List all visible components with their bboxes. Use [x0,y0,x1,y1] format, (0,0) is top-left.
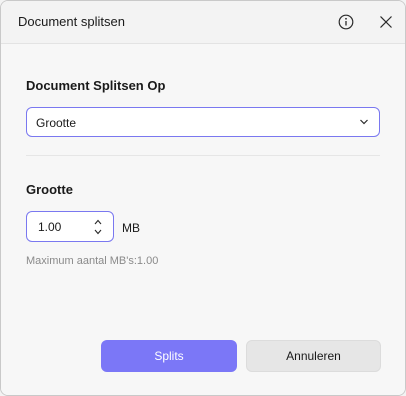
split-by-select[interactable]: Grootte [26,107,380,137]
info-button[interactable] [334,10,358,34]
chevron-down-icon [360,119,368,125]
info-circle-icon [338,14,354,30]
dialog-body: Document Splitsen Op Grootte Grootte 1.0… [1,44,405,395]
size-label: Grootte [26,182,73,197]
split-document-dialog: Document splitsen Document Splitsen Op G… [0,0,406,396]
stepper-arrows [93,217,103,237]
split-button[interactable]: Splits [101,340,237,372]
split-by-label: Document Splitsen Op [26,78,166,93]
chevron-up-icon[interactable] [93,218,103,226]
size-hint: Maximum aantal MB's:1.00 [26,255,159,267]
close-button[interactable] [374,10,398,34]
size-stepper[interactable]: 1.00 [26,211,114,242]
title-bar: Document splitsen [1,1,405,44]
size-unit: MB [122,221,140,235]
chevron-down-icon[interactable] [93,228,103,236]
size-value[interactable]: 1.00 [38,220,61,234]
cancel-button[interactable]: Annuleren [246,340,381,372]
section-divider [26,155,380,156]
split-by-selected-value: Grootte [36,116,77,130]
dialog-title: Document splitsen [18,14,125,29]
close-icon [380,16,392,28]
